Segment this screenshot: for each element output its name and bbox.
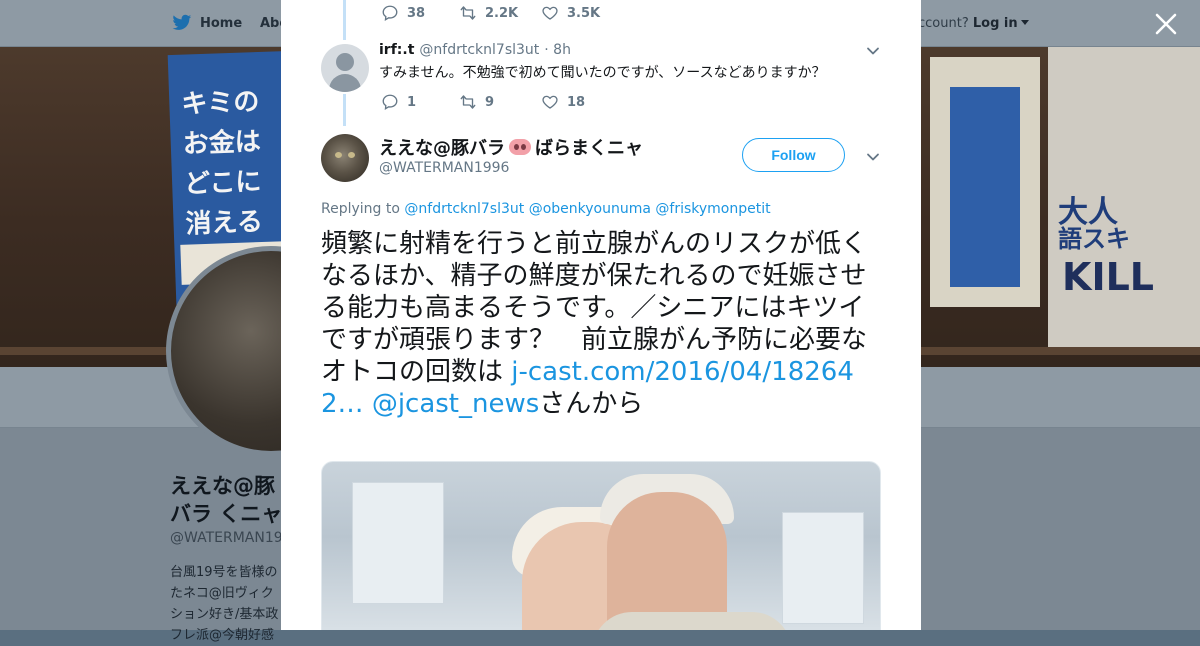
retweet-icon (460, 6, 476, 20)
thread-line (343, 94, 346, 126)
book-text: どこに (183, 166, 262, 200)
replying-mention[interactable]: @friskymonpetit (655, 201, 770, 217)
pig-emoji-icon (509, 139, 531, 155)
author-name-part: ええな@豚バラ (379, 138, 505, 159)
retweet-action[interactable]: 9 (459, 93, 541, 111)
thread-line (343, 0, 346, 40)
like-icon (542, 6, 558, 20)
tweet-tail: さんから (539, 389, 644, 419)
tweet-modal: 38 2.2K 3.5K irf:.t @nfdrtcknl7sl3ut · 8… (281, 0, 921, 630)
login-link[interactable]: Log in (973, 16, 1018, 31)
chevron-down-icon[interactable] (865, 149, 881, 165)
reply-action[interactable]: 1 (381, 93, 459, 111)
retweet-count: 9 (485, 94, 495, 110)
reply-icon (382, 94, 398, 111)
profile-handle: @WATERMAN199 (170, 530, 292, 546)
tweet-media-image[interactable] (321, 461, 881, 630)
twitter-bird-icon (172, 14, 192, 30)
reply-count: 38 (407, 5, 426, 21)
like-count: 3.5K (567, 5, 601, 21)
chevron-down-icon[interactable] (865, 43, 881, 59)
reply-author-name[interactable]: irf:.t (379, 42, 414, 58)
reply-count: 1 (407, 94, 417, 110)
main-author-handle[interactable]: @WATERMAN1996 (379, 160, 509, 176)
close-icon[interactable] (1152, 10, 1180, 38)
profile-bio: 台風19号を皆様の たネコ@旧ヴィク ション好き/基本政 フレ派@今朝好感 (170, 565, 279, 643)
main-tweet-text: 頻繁に射精を行うと前立腺がんのリスクが低くなるほか、精子の鮮度が保たれるので妊娠… (321, 228, 886, 420)
like-icon (542, 95, 558, 109)
main-author-avatar[interactable] (321, 134, 369, 182)
book-text: キミの (180, 87, 260, 120)
retweet-icon (460, 95, 476, 109)
book-spine (950, 87, 1020, 287)
replying-to-line: Replying to @nfdrtcknl7sl3ut @obenkyounu… (321, 201, 771, 217)
banner-book-middle-right (930, 57, 1040, 307)
reply-timestamp[interactable]: · 8h (544, 42, 571, 58)
nav-account-area: ccount? Log in (918, 16, 1029, 31)
author-name-part: ばらまくニャ (535, 138, 643, 159)
reply-tweet-actions: 1 9 18 (381, 93, 585, 111)
main-author-name[interactable]: ええな@豚バラ ばらまくニャ (379, 134, 643, 160)
caret-down-icon (1020, 20, 1029, 25)
retweet-action[interactable]: 2.2K (459, 4, 541, 22)
reply-icon (382, 5, 398, 22)
reply-author-handle[interactable]: @nfdrtcknl7sl3ut (419, 42, 539, 58)
book-text: 語スキ (1058, 225, 1130, 253)
book-text: お金は (182, 126, 262, 160)
nav-home-label: Home (200, 15, 243, 31)
book-text: 消える (185, 206, 264, 240)
account-prompt: ccount? (918, 16, 969, 31)
reply-tweet-header: irf:.t @nfdrtcknl7sl3ut · 8h (379, 42, 571, 58)
previous-tweet-actions: 38 2.2K 3.5K (381, 4, 600, 22)
nav-home-link[interactable]: Home (172, 14, 242, 32)
profile-name: ええな@豚バラ くニャ (170, 474, 283, 526)
banner-book-right: 大人 語スキ KILL (1048, 47, 1200, 347)
follow-button[interactable]: Follow (742, 138, 845, 172)
replying-mention[interactable]: @nfdrtcknl7sl3ut (404, 201, 524, 217)
book-text: KILL (1062, 255, 1155, 299)
reply-action[interactable]: 38 (381, 4, 459, 22)
tweet-mention[interactable]: @jcast_news (372, 389, 539, 419)
replying-mention[interactable]: @obenkyounuma (529, 201, 651, 217)
retweet-count: 2.2K (485, 5, 519, 21)
reply-author-avatar[interactable] (321, 44, 369, 92)
like-action[interactable]: 3.5K (541, 4, 600, 22)
replying-prefix: Replying to (321, 201, 400, 217)
reply-tweet-text: すみません。不勉強で初めて聞いたのですが、ソースなどありますか？ (379, 65, 826, 81)
like-count: 18 (567, 94, 586, 110)
like-action[interactable]: 18 (541, 93, 585, 111)
